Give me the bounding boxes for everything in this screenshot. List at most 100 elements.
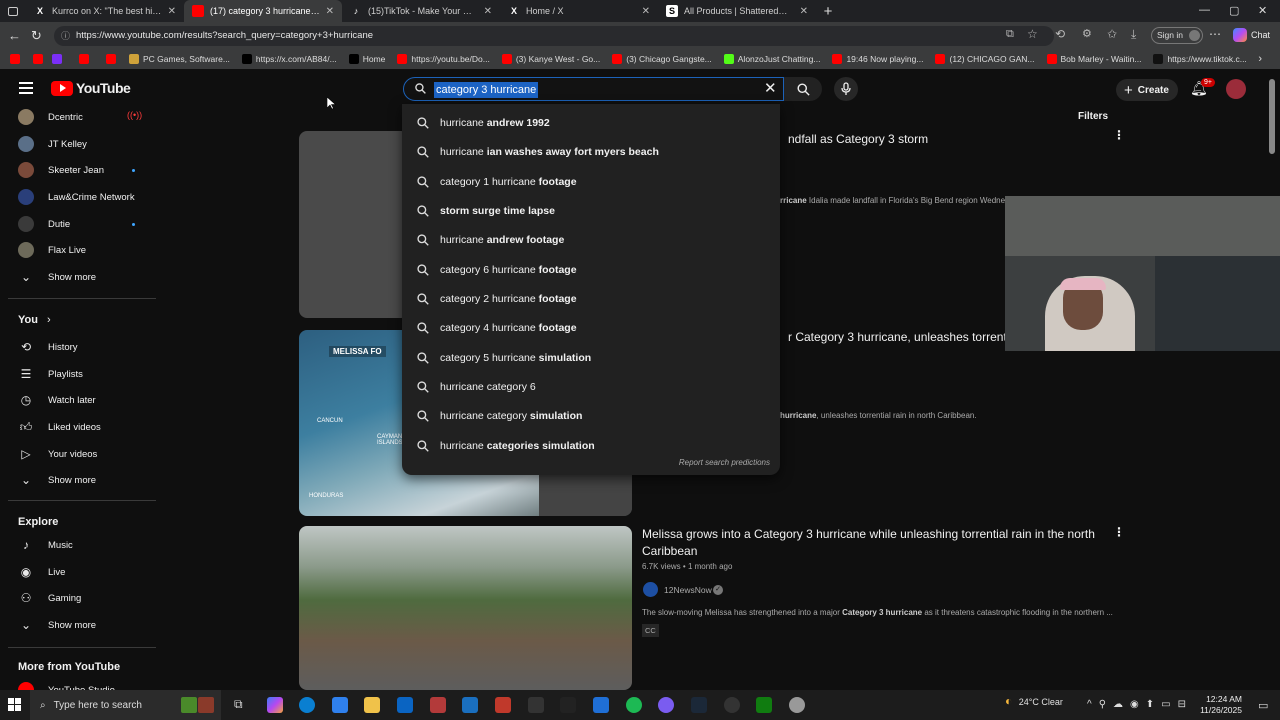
sidebar-item[interactable]: ⌄ Show more [18,268,96,286]
site-info-icon[interactable]: ⓘ [61,26,70,46]
search-suggestion[interactable]: hurricane category simulation [416,408,582,424]
favorites-icon[interactable]: ✩ [1107,27,1117,41]
bookmark-item[interactable]: 19:46 Now playing... [832,54,923,64]
browser-tab[interactable]: ♪ (15)TikTok - Make Your Day ✕ [342,0,500,22]
search-suggestion[interactable]: hurricane ian washes away fort myers bea… [416,144,659,160]
sidebar-item[interactable]: ⟲ History [18,338,78,356]
bookmark-item[interactable]: https://youtu.be/Do... [397,54,490,64]
create-button[interactable]: + Create [1116,79,1178,101]
system-tray-icons[interactable]: ^⚲☁◉⬆▭⊟ [1087,699,1193,710]
voice-search-button[interactable] [834,77,858,101]
sidebar-item[interactable]: 👍︎ Liked videos [18,418,101,436]
browser-tab[interactable]: (17) category 3 hurricane - YouTu ✕ [184,0,342,22]
close-window-button[interactable]: ✕ [1258,4,1267,17]
new-tab-button[interactable]: + [816,3,840,20]
news-widget-icon[interactable] [198,697,214,713]
app-icon[interactable] [658,697,674,713]
sidebar-item[interactable]: ⚇ Gaming [18,589,82,607]
store-app-icon[interactable] [332,697,348,713]
search-suggestion[interactable]: category 2 hurricane footage [416,291,577,307]
search-suggestion[interactable]: storm surge time lapse [416,203,555,219]
app-icon[interactable] [495,697,511,713]
clear-search-icon[interactable]: ✕ [764,79,777,97]
app-icon[interactable] [462,697,478,713]
address-bar[interactable]: ⓘ https://www.youtube.com/results?search… [54,26,1054,46]
search-input[interactable]: category 3 hurricane ✕ [403,77,784,101]
filters-button[interactable]: Filters [1078,111,1108,122]
sign-in-button[interactable]: Sign in [1151,27,1203,44]
sync-icon[interactable]: ⟲ [1055,27,1065,41]
sidebar-item[interactable]: JT Kelley [18,135,87,153]
page-scrollbar[interactable] [1269,79,1275,154]
sidebar-item[interactable]: ☰ Playlists [18,365,83,383]
downloads-icon[interactable]: ⤓ [1131,27,1136,42]
bookmark-item[interactable]: (12) CHICAGO GAN... [935,54,1035,64]
you-section-header[interactable]: You › [18,314,51,326]
browser-tab[interactable]: X Home / X ✕ [500,0,658,22]
close-tab-icon[interactable]: ✕ [326,6,334,17]
sidebar-item[interactable]: Flax Live [18,241,86,259]
sidebar-item[interactable]: ♪ Music [18,536,73,554]
app-icon[interactable] [560,697,576,713]
video-more-icon[interactable]: ⋮ [1113,525,1125,539]
bookmark-item[interactable]: PC Games, Software... [129,54,230,64]
sidebar-item[interactable]: Dutie [18,215,70,233]
search-suggestion[interactable]: category 6 hurricane footage [416,262,577,278]
close-tab-icon[interactable]: ✕ [484,6,492,17]
youtube-bookmark-icon[interactable] [10,54,20,64]
youtube-bookmark-icon[interactable] [79,54,89,64]
channel-avatar[interactable] [643,582,658,597]
bookmarks-overflow-icon[interactable]: › [1258,53,1262,65]
weather-widget[interactable]: ◐ 24°C Clear [1005,694,1063,708]
file-explorer-icon[interactable] [364,697,380,713]
channel-name[interactable]: 12NewsNow [664,585,712,595]
search-suggestion[interactable]: hurricane category 6 [416,379,536,395]
bookmark-item[interactable]: (3) Chicago Gangste... [612,54,712,64]
twitch-bookmark-icon[interactable] [52,54,62,64]
app-icon[interactable] [789,697,805,713]
task-view-icon[interactable]: ⧉ [234,697,243,712]
sidebar-item[interactable]: Law&Crime Network [18,188,135,206]
app-icon[interactable] [430,697,446,713]
extensions-icon[interactable]: ⚙ [1082,27,1092,40]
screen-share-icon[interactable]: ⧉ [1006,28,1014,41]
favorite-star-icon[interactable]: ☆ [1027,27,1038,41]
avatar[interactable] [1226,79,1246,99]
sidebar-item[interactable]: Dcentric [18,108,83,126]
clock[interactable]: 12:24 AM 11/26/2025 [1200,694,1242,716]
search-suggestion[interactable]: hurricane andrew footage [416,232,564,248]
xbox-app-icon[interactable] [756,697,772,713]
notifications-center-icon[interactable]: ▭ [1258,699,1268,712]
bookmark-item[interactable]: https://www.tiktok.c... [1153,54,1247,64]
spotify-app-icon[interactable] [626,697,642,713]
minimize-button[interactable]: — [1199,4,1210,16]
video-title[interactable]: r Category 3 hurricane, unleashes torren… [788,329,1019,346]
browser-tab[interactable]: S All Products | ShatteredClique ✕ [658,0,816,22]
browser-tab[interactable]: X Kurrco on X: "The best hip-hop a ✕ [26,0,184,22]
news-widget-icon[interactable] [181,697,197,713]
bookmark-item[interactable]: https://x.com/AB84/... [241,54,337,64]
bookmark-item[interactable]: Home [348,54,385,64]
bookmark-item[interactable]: Bob Marley - Waitin... [1046,54,1141,64]
copilot-chat-button[interactable]: Chat [1233,28,1270,42]
app-icon[interactable] [724,697,740,713]
app-icon[interactable] [528,697,544,713]
video-title[interactable]: ndfall as Category 3 storm [788,131,928,148]
sidebar-item[interactable]: ▷ Your videos [18,445,97,463]
sidebar-item[interactable]: ◉ Live [18,563,66,581]
close-tab-icon[interactable]: ✕ [800,6,808,17]
bookmark-item[interactable]: (3) Kanye West - Go... [501,54,600,64]
refresh-button[interactable]: ↻ [31,28,42,44]
app-icon[interactable] [593,697,609,713]
mail-app-icon[interactable] [397,697,413,713]
report-search-predictions-link[interactable]: Report search predictions [679,458,770,467]
sidebar-item[interactable]: YouTube Studio [18,681,115,690]
search-suggestion[interactable]: hurricane andrew 1992 [416,115,550,131]
back-button[interactable]: ← [8,28,21,43]
bookmark-item[interactable]: AlonzoJust Chatting... [723,54,820,64]
maximize-button[interactable]: ▢ [1229,4,1239,17]
windows-start-icon[interactable] [8,698,21,711]
edge-app-icon[interactable] [299,697,315,713]
sidebar-item[interactable]: ⌄ Show more [18,471,96,489]
video-title[interactable]: Melissa grows into a Category 3 hurrican… [642,526,1102,560]
